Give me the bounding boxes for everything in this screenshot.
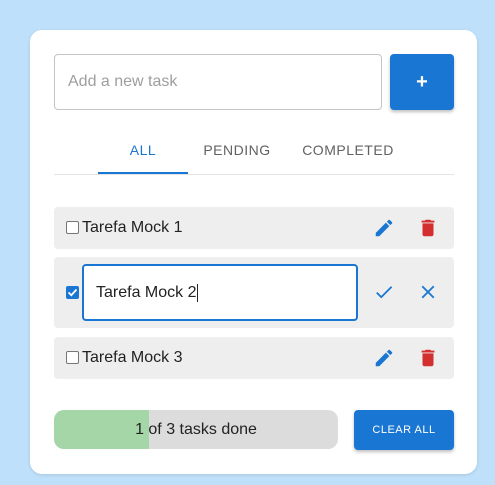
- new-task-input[interactable]: [54, 54, 382, 110]
- text-caret: [197, 283, 199, 302]
- progress-label: 1 of 3 tasks done: [135, 420, 257, 438]
- tab-pending[interactable]: PENDING: [192, 128, 282, 172]
- task-row: Tarefa Mock 1: [54, 207, 454, 249]
- add-task-button[interactable]: +: [390, 54, 454, 110]
- progress-bar: 1 of 3 tasks done: [54, 410, 338, 449]
- task-checkbox[interactable]: [66, 221, 79, 234]
- clear-all-button[interactable]: CLEAR ALL: [354, 410, 454, 450]
- task-text: Tarefa Mock 3: [82, 349, 183, 366]
- pencil-icon[interactable]: [372, 346, 396, 370]
- close-icon[interactable]: [416, 280, 440, 304]
- todo-card: + ALL PENDING COMPLETED Tarefa Mock 1 Ta…: [30, 30, 477, 474]
- edit-task-value: Tarefa Mock 2: [96, 283, 197, 301]
- check-icon[interactable]: [372, 280, 396, 304]
- pencil-icon[interactable]: [372, 216, 396, 240]
- trash-icon[interactable]: [416, 216, 440, 240]
- trash-icon[interactable]: [416, 346, 440, 370]
- task-checkbox[interactable]: [66, 351, 79, 364]
- filter-tabs: ALL PENDING COMPLETED: [54, 128, 454, 175]
- tab-all[interactable]: ALL: [98, 128, 188, 174]
- task-row-editing: Tarefa Mock 2: [54, 257, 454, 328]
- tab-completed[interactable]: COMPLETED: [290, 128, 406, 172]
- task-text: Tarefa Mock 1: [82, 219, 183, 236]
- task-row: Tarefa Mock 3: [54, 337, 454, 379]
- edit-task-input[interactable]: Tarefa Mock 2: [82, 264, 358, 321]
- task-checkbox[interactable]: [66, 286, 79, 299]
